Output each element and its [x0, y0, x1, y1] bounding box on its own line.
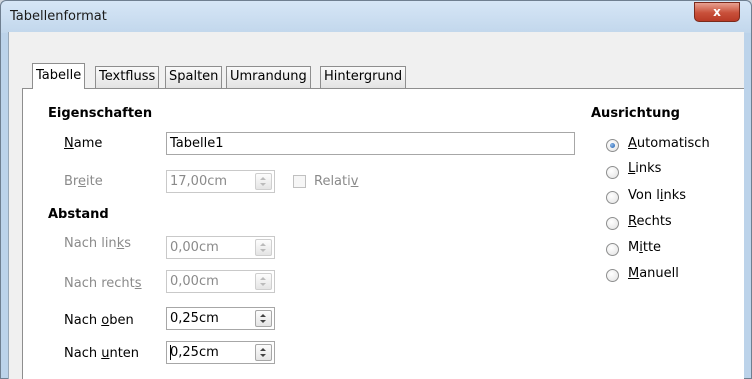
close-icon: x — [713, 5, 721, 19]
radio-automatisch[interactable] — [606, 139, 619, 152]
tab-label: Spalten — [169, 69, 219, 84]
tab-hintergrund[interactable]: Hintergrund — [320, 66, 407, 88]
tab-textfluss[interactable]: Textfluss — [95, 66, 160, 88]
radio-label-manuell: Manuell — [628, 266, 679, 281]
radio-von-links[interactable] — [606, 191, 619, 204]
tab-label: Hintergrund — [324, 69, 403, 84]
nach-links-spin-button[interactable] — [255, 239, 272, 256]
nach-rechts-label: Nach rechts — [64, 276, 142, 291]
spin-up-icon — [260, 243, 266, 246]
title-bar: Tabellenformat x — [1, 1, 751, 33]
spin-up-icon — [260, 348, 266, 351]
radio-label-rechts: Rechts — [628, 214, 672, 229]
nach-oben-label: Nach oben — [64, 313, 134, 328]
radio-label-mitte: Mitte — [628, 240, 662, 255]
nach-unten-label: Nach unten — [64, 346, 140, 361]
spin-up-icon — [260, 314, 266, 317]
relativ-label: Relativ — [314, 174, 359, 189]
tab-label: Tabelle — [36, 68, 82, 83]
tab-label: Umrandung — [230, 69, 307, 84]
section-heading-eigenschaften: Eigenschaften — [48, 106, 153, 121]
breite-input-value: 17,00cm — [170, 174, 228, 189]
tab-umrandung[interactable]: Umrandung — [226, 66, 311, 88]
radio-mitte[interactable] — [606, 243, 619, 256]
spin-down-icon — [260, 283, 266, 286]
nach-oben-value: 0,25cm — [170, 311, 219, 326]
spin-down-icon — [260, 320, 266, 323]
breite-label: Breite — [64, 174, 103, 189]
breite-spin-button[interactable] — [255, 173, 272, 190]
tab-label: Textfluss — [99, 69, 156, 84]
nach-rechts-value: 0,00cm — [170, 274, 219, 289]
section-heading-ausrichtung: Ausrichtung — [591, 106, 680, 121]
radio-label-automatisch: Automatisch — [628, 136, 710, 151]
radio-label-links: Links — [628, 161, 662, 176]
spin-down-icon — [260, 354, 266, 357]
nach-links-value: 0,00cm — [170, 240, 219, 255]
name-input[interactable]: Tabelle1 — [166, 132, 575, 155]
nach-rechts-spin-button[interactable] — [255, 273, 272, 290]
spin-up-icon — [260, 177, 266, 180]
nach-unten-value: 0,25cm — [170, 345, 219, 360]
radio-links[interactable] — [606, 166, 619, 179]
spin-down-icon — [260, 183, 266, 186]
radio-label-von-links: Von links — [628, 188, 686, 203]
spin-down-icon — [260, 249, 266, 252]
radio-manuell[interactable] — [606, 269, 619, 282]
radio-rechts[interactable] — [606, 217, 619, 230]
nach-unten-spin-button[interactable] — [255, 344, 272, 361]
close-button[interactable]: x — [694, 2, 740, 22]
section-heading-abstand: Abstand — [48, 207, 109, 222]
tab-tabelle[interactable]: Tabelle — [32, 63, 86, 89]
text-cursor — [170, 345, 171, 360]
window-title: Tabellenformat — [10, 9, 107, 24]
nach-oben-spin-button[interactable] — [255, 310, 272, 327]
relativ-checkbox[interactable] — [293, 175, 306, 188]
name-label: Name — [64, 136, 103, 151]
spin-up-icon — [260, 277, 266, 280]
name-input-value: Tabelle1 — [170, 136, 224, 151]
nach-links-label: Nach links — [64, 236, 131, 251]
tab-spalten[interactable]: Spalten — [165, 66, 223, 88]
